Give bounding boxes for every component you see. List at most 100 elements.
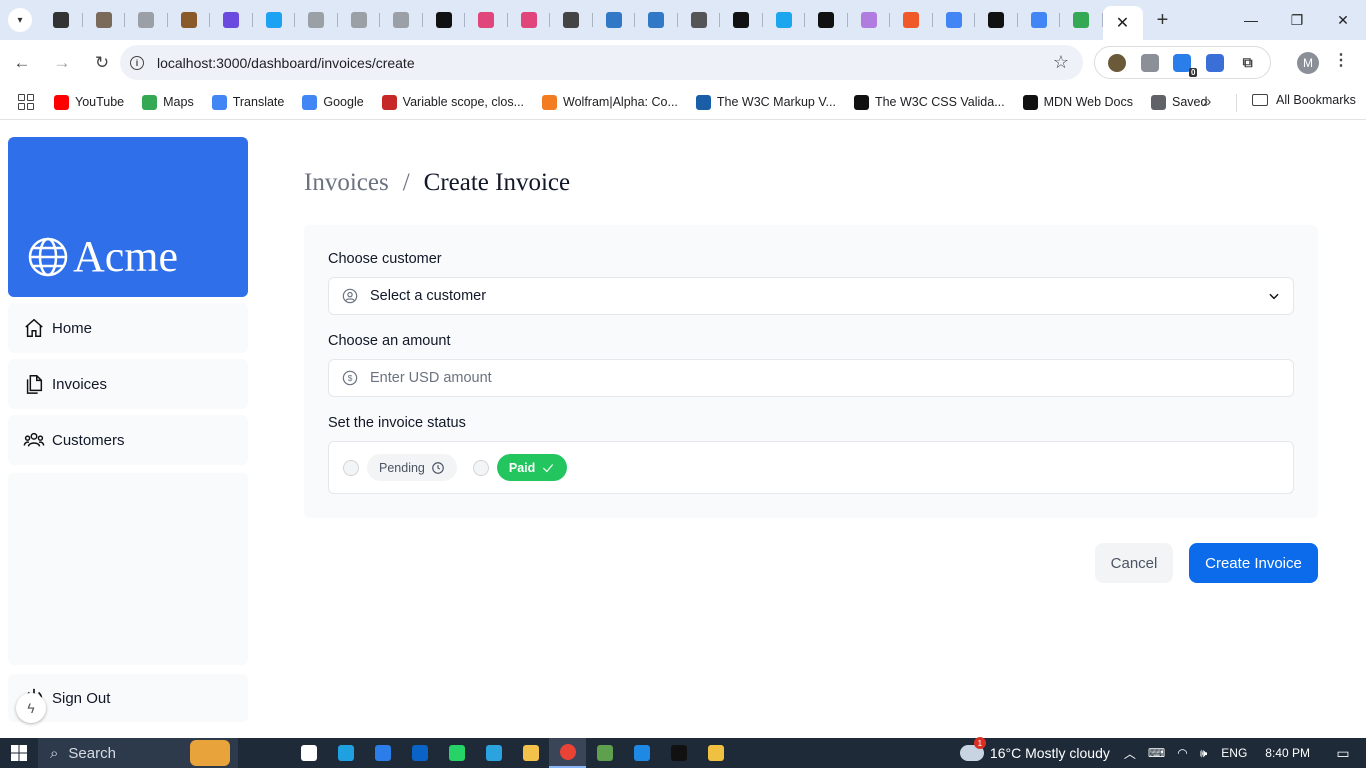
radio-pending[interactable] [343,459,359,476]
puzzle-icon[interactable]: ⧉ [1239,54,1257,72]
bookmark-item[interactable]: Wolfram|Alpha: Co... [542,94,678,110]
extension-icon[interactable] [1140,53,1159,72]
minimize-icon[interactable]: — [1228,0,1274,40]
cancel-button[interactable]: Cancel [1095,543,1173,583]
taskbar-app[interactable] [401,738,438,768]
url-text[interactable]: localhost:3000/dashboard/invoices/create [157,55,415,71]
bookmark-item[interactable]: The W3C CSS Valida... [853,94,1005,110]
address-bar[interactable]: i localhost:3000/dashboard/invoices/crea… [120,45,1083,80]
acme-logo[interactable]: Acme [8,137,248,297]
weather-widget[interactable]: 16°C Mostly cloudy [959,737,1110,761]
bookmark-item[interactable]: Saved [1151,94,1207,110]
browser-tab[interactable] [168,0,211,40]
browser-tab[interactable] [465,0,508,40]
taskbar-app[interactable] [697,738,734,768]
start-button[interactable] [0,738,38,768]
menu-kebab-icon[interactable]: ⋮ [1333,50,1349,70]
browser-tab[interactable] [975,0,1018,40]
browser-tab[interactable] [125,0,168,40]
browser-tab[interactable] [423,0,466,40]
amount-input[interactable]: $ Enter USD amount [328,359,1294,397]
extension-icon[interactable] [1108,53,1127,72]
sidebar-item-customers[interactable]: Customers [8,415,248,465]
taskbar-app[interactable] [364,738,401,768]
bookmarks-overflow-icon[interactable]: » [1203,93,1211,110]
wifi-icon[interactable]: ◠ [1177,746,1187,760]
bookmark-item[interactable]: YouTube [54,94,124,110]
bookmark-item[interactable]: Google [302,94,364,110]
browser-tab[interactable] [40,0,83,40]
create-invoice-button[interactable]: Create Invoice [1189,543,1318,583]
bookmark-item[interactable]: Translate [211,94,284,110]
reload-button[interactable]: ↻ [84,45,120,81]
close-window-icon[interactable]: ✕ [1320,0,1366,40]
volume-icon[interactable]: 🕪 [1200,746,1208,761]
status-paid-option[interactable]: Paid [496,454,568,481]
clock[interactable]: 8:40 PM [1265,746,1310,760]
sidebar-item-invoices[interactable]: Invoices [8,359,248,409]
ime-icon[interactable]: ⌨ [1148,746,1165,760]
customer-select[interactable]: Select a customer [328,277,1294,315]
browser-tab[interactable] [593,0,636,40]
active-tab[interactable]: ✕ [1102,6,1143,40]
browser-tab[interactable] [380,0,423,40]
site-info-button[interactable]: i [120,55,154,70]
browser-tab[interactable] [763,0,806,40]
radio-paid[interactable] [472,459,489,476]
apps-grid-icon[interactable] [18,94,34,110]
bird-icon [265,12,282,28]
browser-tab[interactable] [210,0,253,40]
browser-tab[interactable] [508,0,551,40]
extension-icon[interactable] [1206,53,1225,72]
profile-avatar[interactable]: M [1297,52,1319,74]
browser-tab[interactable] [848,0,891,40]
taskbar-app[interactable] [290,738,327,768]
back-button[interactable]: ← [4,45,40,81]
documents-icon [22,372,46,396]
bookmark-item[interactable]: Maps [142,94,194,110]
browser-tab[interactable] [678,0,721,40]
browser-tab[interactable] [295,0,338,40]
taskbar-app[interactable] [475,738,512,768]
new-tab-button[interactable]: + [1143,0,1183,40]
browser-tab[interactable] [550,0,593,40]
taskbar-search[interactable]: ⌕ Search [38,738,238,768]
browser-tab[interactable] [83,0,126,40]
browser-tab[interactable] [253,0,296,40]
bookmark-star-icon[interactable]: ☆ [1053,52,1069,73]
status-pending-option[interactable]: Pending [367,454,457,481]
lightning-icon[interactable]: ϟ [16,693,46,723]
bookmark-item[interactable]: MDN Web Docs [1022,94,1133,110]
sidebar-item-home[interactable]: Home [8,303,248,353]
chevron-up-icon[interactable]: ︿ [1124,745,1136,762]
taskbar-app[interactable] [327,738,364,768]
taskbar-app[interactable] [438,738,475,768]
browser-tab[interactable] [635,0,678,40]
restore-icon[interactable]: ❐ [1274,0,1320,40]
browser-tab[interactable] [890,0,933,40]
taskbar-app[interactable] [586,738,623,768]
browser-tab[interactable] [338,0,381,40]
browser-tab[interactable] [1060,0,1103,40]
extension-icon[interactable]: 0 [1173,53,1198,77]
browser-tab[interactable] [1018,0,1061,40]
close-tab-icon[interactable]: ✕ [1116,13,1129,33]
bookmark-item[interactable]: The W3C Markup V... [695,94,836,110]
notification-icon[interactable]: ▭ [1328,745,1358,762]
bookmark-item[interactable]: Variable scope, clos... [381,94,524,110]
browser-tab[interactable] [933,0,976,40]
language-indicator[interactable]: ENG [1221,746,1247,760]
forward-button[interactable]: → [44,45,80,81]
breadcrumb-invoices-link[interactable]: Invoices [304,169,389,197]
mail-icon [860,12,877,28]
tab-search-button[interactable]: ▾ [0,0,40,40]
divider [1236,94,1237,112]
browser-tab[interactable] [805,0,848,40]
browser-tab[interactable] [720,0,763,40]
taskbar-app[interactable] [623,738,660,768]
all-bookmarks-button[interactable]: All Bookmarks [1252,93,1356,107]
taskbar-app[interactable] [512,738,549,768]
taskbar-app[interactable] [549,738,586,768]
taskbar-app[interactable] [660,738,697,768]
github-icon [138,12,155,28]
